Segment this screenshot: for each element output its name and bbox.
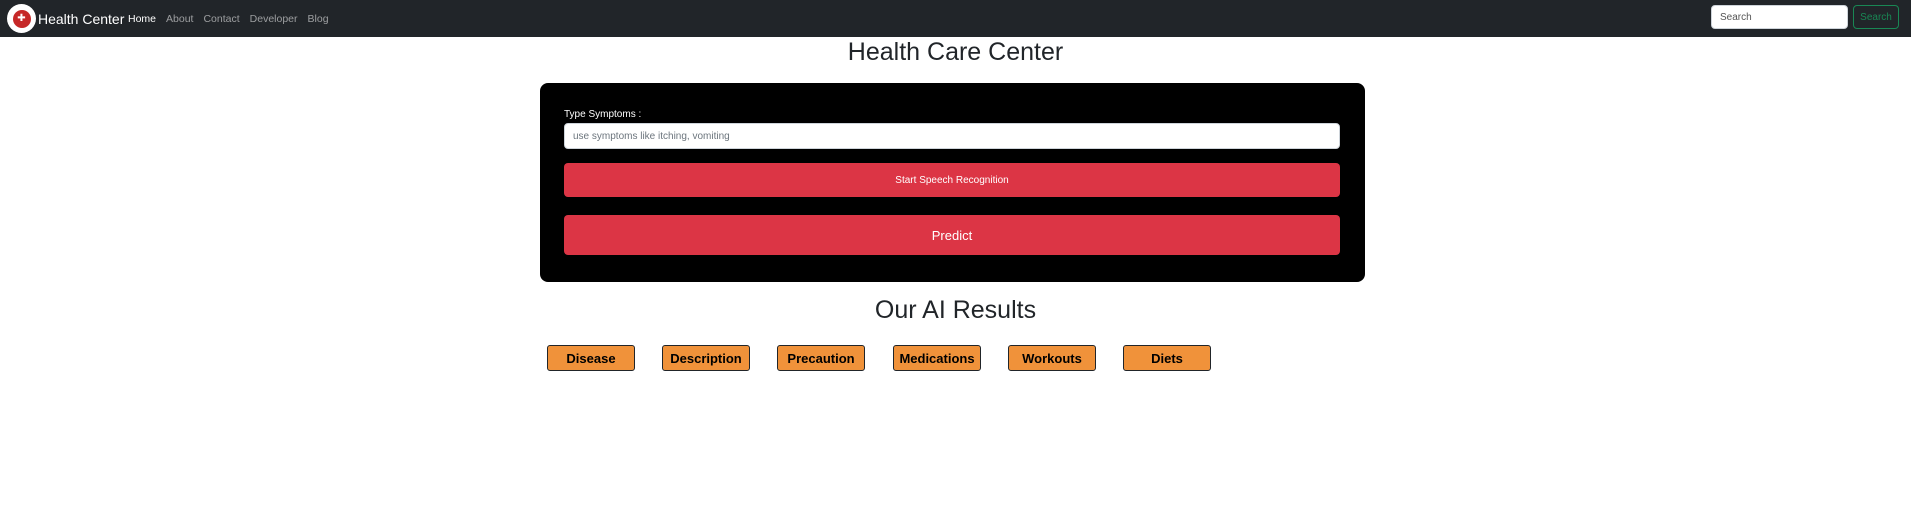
navbar: ✚ Health Center Home About Contact Devel… — [0, 0, 1911, 37]
nav-links: Home About Contact Developer Blog — [128, 0, 339, 37]
nav-link-blog[interactable]: Blog — [308, 13, 329, 25]
symptom-form-card: Type Symptoms : Start Speech Recognition… — [540, 83, 1365, 282]
result-button-disease[interactable]: Disease — [547, 345, 635, 371]
nav-link-home[interactable]: Home — [128, 13, 156, 25]
result-button-precaution[interactable]: Precaution — [777, 345, 865, 371]
brand[interactable]: ✚ Health Center — [7, 3, 124, 34]
symptoms-input[interactable] — [564, 123, 1340, 149]
nav-link-developer[interactable]: Developer — [250, 13, 298, 25]
search-input[interactable] — [1711, 5, 1848, 29]
predict-button[interactable]: Predict — [564, 215, 1340, 255]
speech-recognition-button[interactable]: Start Speech Recognition — [564, 163, 1340, 197]
nav-link-about[interactable]: About — [166, 13, 193, 25]
nav-link-contact[interactable]: Contact — [203, 13, 239, 25]
result-button-description[interactable]: Description — [662, 345, 750, 371]
brand-text[interactable]: Health Center — [38, 11, 124, 27]
result-button-diets[interactable]: Diets — [1123, 345, 1211, 371]
result-button-medications[interactable]: Medications — [893, 345, 981, 371]
results-title: Our AI Results — [874, 296, 1037, 324]
health-logo-icon: ✚ — [7, 4, 36, 33]
page-title: Health Care Center — [847, 38, 1064, 66]
symptoms-label: Type Symptoms : — [564, 109, 642, 120]
search-button[interactable]: Search — [1853, 5, 1899, 29]
result-button-workouts[interactable]: Workouts — [1008, 345, 1096, 371]
